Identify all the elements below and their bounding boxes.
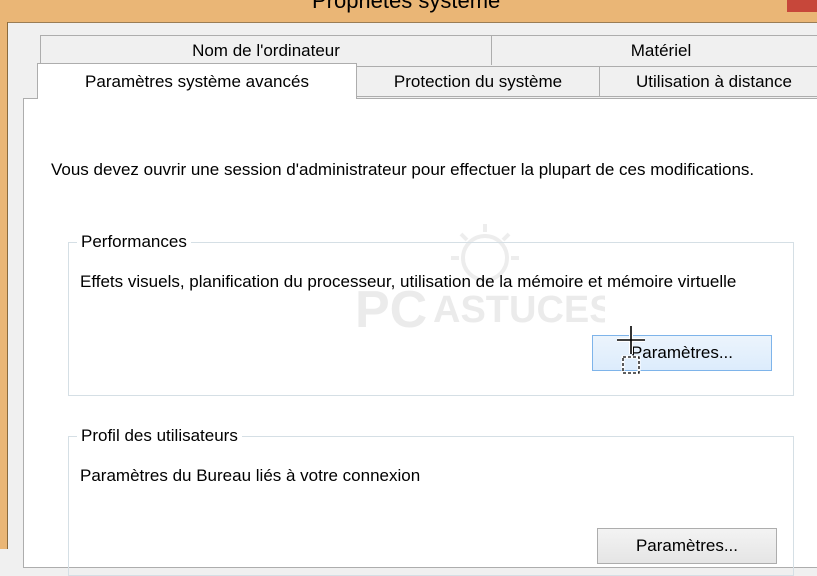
tab-label: Paramètres système avancés	[85, 71, 309, 91]
tab-label: Utilisation à distance	[636, 71, 792, 91]
tab-parametres-systeme-avances[interactable]: Paramètres système avancés	[37, 63, 357, 99]
crosshair-cursor-icon	[614, 326, 648, 383]
performances-group-title: Performances	[77, 231, 191, 253]
user-profiles-group-title: Profil des utilisateurs	[77, 425, 242, 447]
performances-groupbox: Performances Effets visuels, planificati…	[68, 231, 794, 396]
intro-text: Vous devez ouvrir une session d'administ…	[51, 160, 755, 179]
performances-description: Effets visuels, planification du process…	[80, 272, 737, 291]
title-bar[interactable]: Propriétés système	[0, 0, 817, 22]
tab-protection-du-systeme[interactable]: Protection du système	[356, 66, 600, 97]
tab-label: Matériel	[630, 40, 692, 60]
window-left-border	[0, 22, 8, 549]
user-profiles-description: Paramètres du Bureau liés à votre connex…	[80, 466, 421, 485]
window-title: Propriétés système	[312, 0, 501, 13]
user-profiles-groupbox: Profil des utilisateurs Paramètres du Bu…	[68, 425, 794, 576]
tab-utilisation-a-distance[interactable]: Utilisation à distance	[599, 66, 817, 97]
tab-materiel[interactable]: Matériel	[491, 35, 817, 65]
user-profiles-settings-button[interactable]: Paramètres...	[597, 528, 777, 564]
tab-nom-ordinateur[interactable]: Nom de l'ordinateur	[40, 35, 492, 65]
close-button[interactable]	[787, 0, 817, 12]
tab-label: Protection du système	[393, 71, 563, 91]
tab-label: Nom de l'ordinateur	[192, 40, 340, 60]
